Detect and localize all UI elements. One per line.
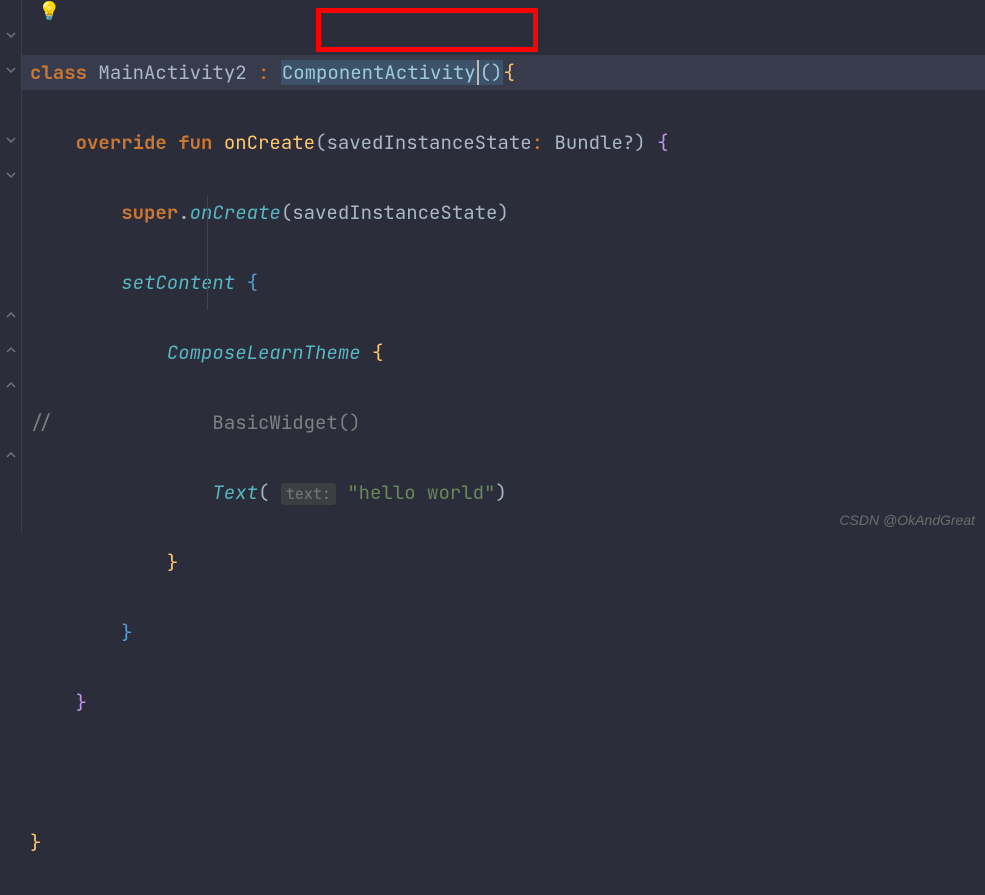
code-line: super.onCreate(savedInstanceState) xyxy=(22,195,985,230)
comment-marker: // xyxy=(30,410,53,435)
code-line: class MainActivity2 : ComponentActivity(… xyxy=(22,55,985,90)
code-line: override fun onCreate(savedInstanceState… xyxy=(22,125,985,160)
code-line: } xyxy=(22,825,985,860)
code-line: ComposeLearnTheme { xyxy=(22,335,985,370)
code-line: } xyxy=(22,685,985,720)
code-line: Text( text: "hello world") xyxy=(22,475,985,510)
fold-end-icon[interactable] xyxy=(4,308,18,322)
fold-toggle-icon[interactable] xyxy=(4,63,18,77)
fold-end-icon[interactable] xyxy=(4,378,18,392)
indent-guide xyxy=(207,195,208,310)
code-line: setContent { xyxy=(22,265,985,300)
parameter-hint: text: xyxy=(281,483,336,505)
code-line: // BasicWidget() xyxy=(22,405,985,440)
code-line: } xyxy=(22,545,985,580)
keyword-override: override xyxy=(76,130,167,155)
commented-code: BasicWidget() xyxy=(212,410,360,435)
fold-end-icon[interactable] xyxy=(4,343,18,357)
method-call: ComposeLearnTheme xyxy=(167,340,361,365)
function-name: onCreate xyxy=(224,130,315,155)
supertype: ComponentActivity xyxy=(281,60,477,85)
fold-toggle-icon[interactable] xyxy=(4,28,18,42)
fold-toggle-icon[interactable] xyxy=(4,133,18,147)
fold-end-icon[interactable] xyxy=(4,448,18,462)
code-line: } xyxy=(22,615,985,650)
watermark-text: CSDN @OkAndGreat xyxy=(839,512,975,528)
editor-gutter[interactable] xyxy=(0,0,22,534)
keyword-super: super xyxy=(121,200,178,225)
keyword-class: class xyxy=(30,60,87,85)
fold-toggle-icon[interactable] xyxy=(4,168,18,182)
method-call: Text xyxy=(212,480,258,505)
string-literal: "hello world" xyxy=(347,480,495,505)
class-name: MainActivity2 xyxy=(98,60,246,85)
code-editor[interactable]: class MainActivity2 : ComponentActivity(… xyxy=(22,20,985,895)
keyword-fun: fun xyxy=(178,130,212,155)
method-call: onCreate xyxy=(190,200,281,225)
code-line xyxy=(22,755,985,790)
method-call: setContent xyxy=(121,270,235,295)
